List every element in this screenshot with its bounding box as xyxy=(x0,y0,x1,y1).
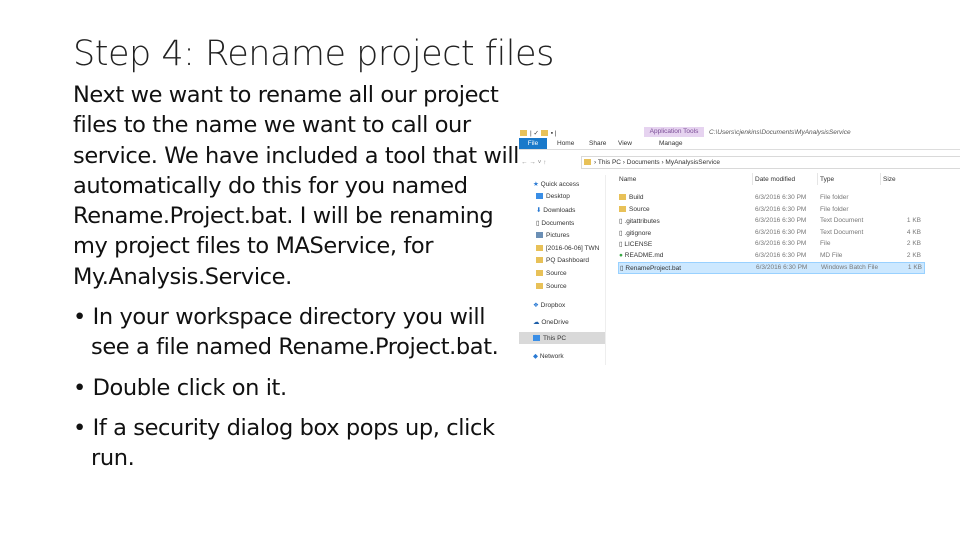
nav-folder[interactable]: PQ Dashboard xyxy=(536,257,589,264)
nav-onedrive[interactable]: ☁ OneDrive xyxy=(533,318,569,326)
tab-share[interactable]: Share xyxy=(589,140,606,147)
file-date: 6/3/2016 6:30 PM xyxy=(755,251,807,259)
file-date: 6/3/2016 6:30 PM xyxy=(755,228,807,236)
column-date[interactable]: Date modified xyxy=(755,176,795,183)
nav-desktop[interactable]: Desktop xyxy=(536,193,570,200)
tab-file[interactable]: File xyxy=(519,138,547,149)
file-name: .gitattributes xyxy=(624,218,660,225)
nav-buttons[interactable]: ← → ˅ ↑ xyxy=(521,159,546,166)
file-explorer-screenshot: | ✓ ▪ | Application Tools C:\Users\cjenk… xyxy=(519,127,960,365)
nav-downloads[interactable]: ⬇ Downloads xyxy=(536,206,575,214)
file-name: RenameProject.bat xyxy=(625,265,682,272)
context-tab: Application Tools xyxy=(644,127,704,137)
file-name: Build xyxy=(629,194,644,201)
file-type: File folder xyxy=(820,194,849,201)
file-icon: ▯ xyxy=(619,229,623,237)
intro-text: Next we want to rename all our project f… xyxy=(73,82,520,290)
file-type: Windows Batch File xyxy=(821,264,879,271)
file-date: 6/3/2016 6:30 PM xyxy=(756,264,808,271)
folder-icon xyxy=(619,205,626,212)
file-row[interactable]: Source 6/3/2016 6:30 PM File folder xyxy=(618,205,923,215)
file-row[interactable]: ▯ LICENSE 6/3/2016 6:30 PM File 2 KB xyxy=(618,239,923,249)
md-file-icon: ● xyxy=(619,251,623,259)
bullet: • If a security dialog box pops up, clic… xyxy=(73,414,495,472)
tab-view[interactable]: View xyxy=(618,140,632,147)
bullet: • In your workspace directory you will s… xyxy=(73,304,499,361)
nav-folder[interactable]: [2016-06-06] TWN xyxy=(536,245,599,252)
tab-home[interactable]: Home xyxy=(557,140,574,147)
bullet-text: Double click on it. xyxy=(92,374,288,401)
file-icon: ▯ xyxy=(619,218,623,225)
file-icon: ▯ xyxy=(620,265,624,272)
file-row[interactable]: ▯ .gitattributes 6/3/2016 6:30 PM Text D… xyxy=(618,216,923,226)
file-type: MD File xyxy=(820,251,843,259)
bullet: • Double click on it. xyxy=(73,374,288,401)
file-type: Text Document xyxy=(820,217,864,224)
nav-pictures[interactable]: Pictures xyxy=(536,232,569,239)
file-type: File folder xyxy=(820,205,849,213)
crumb[interactable]: This PC xyxy=(598,159,621,166)
file-name: .gitignore xyxy=(624,229,652,237)
file-size: 2 KB xyxy=(906,251,921,259)
folder-icon xyxy=(619,194,626,201)
address-bar[interactable]: › This PC › Documents › MyAnalysisServic… xyxy=(581,156,960,169)
nav-folder[interactable]: Source xyxy=(536,283,567,290)
file-icon: ▯ xyxy=(619,241,623,248)
quick-access-toolbar: | ✓ ▪ | xyxy=(520,129,557,137)
crumb[interactable]: MyAnalysisService xyxy=(665,159,720,166)
nav-network[interactable]: ◆ Network xyxy=(533,352,564,360)
file-type: Text Document xyxy=(820,228,864,236)
nav-quick-access[interactable]: ★ Quick access xyxy=(533,180,579,188)
file-date: 6/3/2016 6:30 PM xyxy=(755,205,807,213)
file-date: 6/3/2016 6:30 PM xyxy=(755,217,807,224)
slide-body: Next we want to rename all our project f… xyxy=(73,80,523,484)
nav-documents[interactable]: ▯ Documents xyxy=(536,219,574,227)
file-size: 1 KB xyxy=(906,217,921,224)
window-title: C:\Users\cjenkins\Documents\MyAnalysisSe… xyxy=(709,129,851,136)
file-date: 6/3/2016 6:30 PM xyxy=(755,240,807,247)
file-row[interactable]: ▯ RenameProject.bat 6/3/2016 6:30 PM Win… xyxy=(618,262,925,274)
file-row[interactable]: Build 6/3/2016 6:30 PM File folder xyxy=(618,193,923,203)
file-name: LICENSE xyxy=(624,241,653,248)
crumb[interactable]: Documents xyxy=(627,159,660,166)
file-size: 4 KB xyxy=(906,228,921,236)
nav-this-pc[interactable]: This PC xyxy=(519,332,605,344)
file-size: 2 KB xyxy=(906,240,921,247)
file-name: README.md xyxy=(624,251,664,259)
slide-title: Step 4: Rename project files xyxy=(73,34,554,74)
column-name[interactable]: Name xyxy=(619,176,636,183)
column-type[interactable]: Type xyxy=(820,176,834,183)
ribbon: File Home Share View Manage xyxy=(519,138,960,150)
file-size: 1 KB xyxy=(907,264,922,271)
tab-manage[interactable]: Manage xyxy=(659,140,683,147)
bullet-text: In your workspace directory you will see… xyxy=(91,304,499,361)
column-size[interactable]: Size xyxy=(883,176,896,183)
file-date: 6/3/2016 6:30 PM xyxy=(755,194,807,201)
nav-folder[interactable]: Source xyxy=(536,270,567,277)
file-row[interactable]: ● README.md 6/3/2016 6:30 PM MD File 2 K… xyxy=(618,251,923,261)
navigation-pane: ★ Quick access Desktop ⬇ Downloads ▯ Doc… xyxy=(519,175,606,365)
file-row[interactable]: ▯ .gitignore 6/3/2016 6:30 PM Text Docum… xyxy=(618,228,923,238)
file-type: File xyxy=(820,240,831,247)
bullet-text: If a security dialog box pops up, click … xyxy=(91,414,495,472)
file-name: Source xyxy=(629,205,650,213)
nav-dropbox[interactable]: ❖ Dropbox xyxy=(533,301,565,309)
